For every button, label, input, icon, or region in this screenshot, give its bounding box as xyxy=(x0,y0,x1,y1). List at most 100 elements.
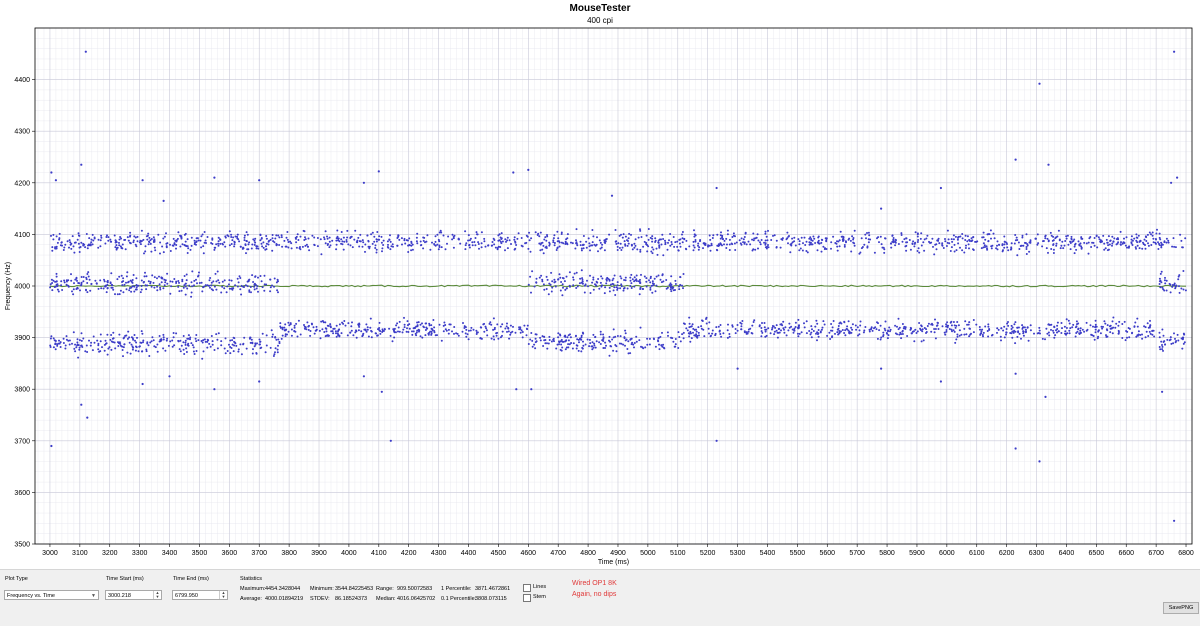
data-point xyxy=(651,291,654,294)
data-point xyxy=(308,249,311,252)
data-point xyxy=(71,235,74,238)
time-end-input[interactable]: 6799.950 ▲ ▼ xyxy=(172,590,228,600)
data-point xyxy=(99,333,102,336)
data-point xyxy=(215,280,218,283)
data-point xyxy=(853,229,856,232)
data-point xyxy=(376,231,379,233)
data-point-outlier xyxy=(1047,163,1050,166)
data-point xyxy=(1092,241,1095,244)
x-tick-label: 5400 xyxy=(760,550,776,557)
data-point-outlier xyxy=(1014,447,1017,450)
data-point xyxy=(467,329,470,332)
data-point xyxy=(194,337,197,340)
data-point xyxy=(213,248,216,251)
data-point-outlier xyxy=(1161,390,1164,393)
data-point xyxy=(1075,248,1078,251)
data-point xyxy=(751,238,754,241)
lines-checkbox[interactable] xyxy=(523,584,531,592)
data-point xyxy=(972,319,975,321)
data-point xyxy=(152,281,155,284)
data-point xyxy=(347,243,350,246)
data-point xyxy=(784,326,787,329)
data-point xyxy=(722,332,725,335)
data-point xyxy=(1052,329,1054,332)
data-point xyxy=(425,240,428,243)
data-point xyxy=(406,327,408,330)
data-point xyxy=(121,349,124,351)
data-point xyxy=(88,278,91,281)
data-point xyxy=(366,326,369,329)
data-point xyxy=(1120,241,1122,244)
data-point xyxy=(376,334,379,337)
data-point xyxy=(1171,285,1174,288)
data-point xyxy=(1044,235,1047,238)
data-point xyxy=(791,237,794,240)
data-point xyxy=(203,285,206,288)
data-point xyxy=(1068,332,1071,335)
data-point xyxy=(76,279,78,282)
plot-type-select[interactable]: Frequency vs. Time ▼ xyxy=(4,590,99,600)
data-point xyxy=(1173,245,1176,248)
data-point xyxy=(106,333,109,336)
data-point xyxy=(173,344,176,347)
spinner-arrows-icon[interactable]: ▲ ▼ xyxy=(219,591,227,599)
data-point xyxy=(653,338,655,341)
data-point xyxy=(602,347,605,349)
data-point xyxy=(211,340,214,343)
data-point xyxy=(506,247,509,250)
data-point xyxy=(591,241,594,244)
data-point xyxy=(1165,237,1168,240)
stem-checkbox[interactable] xyxy=(523,594,531,602)
x-tick-label: 3800 xyxy=(281,550,297,557)
data-point xyxy=(783,328,785,331)
data-point xyxy=(847,320,850,323)
data-point xyxy=(1150,233,1152,236)
data-point xyxy=(269,278,272,281)
data-point xyxy=(1162,349,1164,352)
data-point xyxy=(615,240,618,243)
data-point xyxy=(118,241,120,244)
data-point xyxy=(560,349,563,352)
data-point xyxy=(1078,333,1081,335)
spinner-arrows-icon[interactable]: ▲ ▼ xyxy=(153,591,161,599)
data-point xyxy=(452,246,455,249)
data-point xyxy=(627,340,630,343)
data-point xyxy=(254,237,257,240)
data-point xyxy=(593,342,596,345)
data-point xyxy=(181,280,184,283)
data-point xyxy=(964,239,967,241)
data-point xyxy=(1081,237,1084,240)
data-point xyxy=(688,245,691,248)
data-point xyxy=(437,248,440,251)
data-point xyxy=(646,343,649,346)
data-point xyxy=(647,228,650,230)
data-point xyxy=(542,283,545,286)
data-point xyxy=(882,246,885,249)
data-point xyxy=(555,347,558,350)
save-png-button[interactable]: SavePNG xyxy=(1163,602,1199,614)
data-point xyxy=(763,326,766,329)
data-point xyxy=(388,238,391,241)
data-point xyxy=(1092,325,1094,328)
data-point xyxy=(1096,337,1099,340)
data-point xyxy=(1057,330,1060,333)
data-point xyxy=(412,330,415,333)
data-point xyxy=(70,242,73,245)
data-point xyxy=(141,332,144,335)
data-point xyxy=(920,244,923,247)
data-point xyxy=(1014,321,1017,324)
data-point xyxy=(267,243,270,246)
data-point-outlier xyxy=(1044,395,1047,398)
data-point xyxy=(416,232,419,235)
data-point xyxy=(867,241,870,244)
data-point xyxy=(996,327,999,330)
data-point xyxy=(550,271,553,274)
data-point xyxy=(1149,324,1152,327)
data-point xyxy=(212,280,215,283)
data-point xyxy=(398,238,401,241)
data-point xyxy=(71,342,73,345)
data-point xyxy=(868,330,871,333)
data-point xyxy=(595,243,598,246)
time-start-input[interactable]: 3000.218 ▲ ▼ xyxy=(105,590,162,600)
data-point xyxy=(1106,241,1109,244)
